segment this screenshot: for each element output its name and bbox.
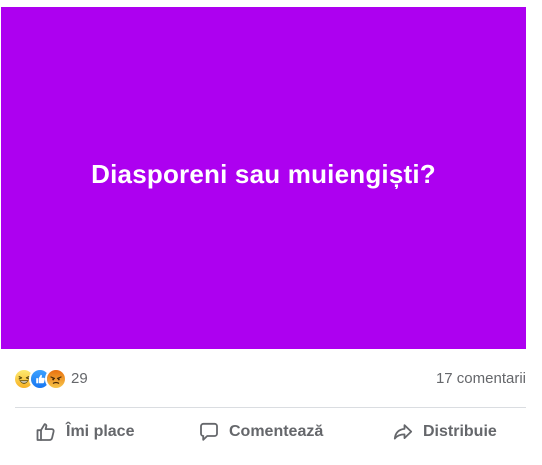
share-button-label: Distribuie: [423, 423, 497, 440]
share-arrow-icon: [393, 424, 413, 440]
comment-button[interactable]: Comentează: [197, 420, 323, 444]
comment-bubble-icon: [200, 422, 218, 441]
actions-divider: [15, 407, 526, 408]
post-card: Diasporeni sau muiengiști? 29 17 comenta…: [1, 7, 526, 463]
like-button[interactable]: Îmi place: [34, 420, 134, 444]
share-button[interactable]: Distribuie: [391, 420, 497, 444]
comments-count[interactable]: 17 comentarii: [436, 368, 526, 390]
reactions-summary[interactable]: 29: [13, 368, 88, 390]
post-stats: 29 17 comentarii: [1, 359, 526, 405]
post-actions: Îmi place Comentează Distribuie: [1, 409, 526, 455]
comment-button-label: Comentează: [229, 423, 324, 440]
post-container: Diasporeni sau muiengiști? 29 17 comenta…: [0, 0, 542, 465]
like-button-label: Îmi place: [66, 423, 135, 440]
thumbs-up-icon: [36, 423, 55, 441]
reaction-count: 29: [71, 370, 88, 387]
post-media[interactable]: Diasporeni sau muiengiști?: [1, 7, 526, 349]
angry-reaction-icon: [45, 368, 67, 390]
post-text: Diasporeni sau muiengiști?: [91, 158, 436, 189]
